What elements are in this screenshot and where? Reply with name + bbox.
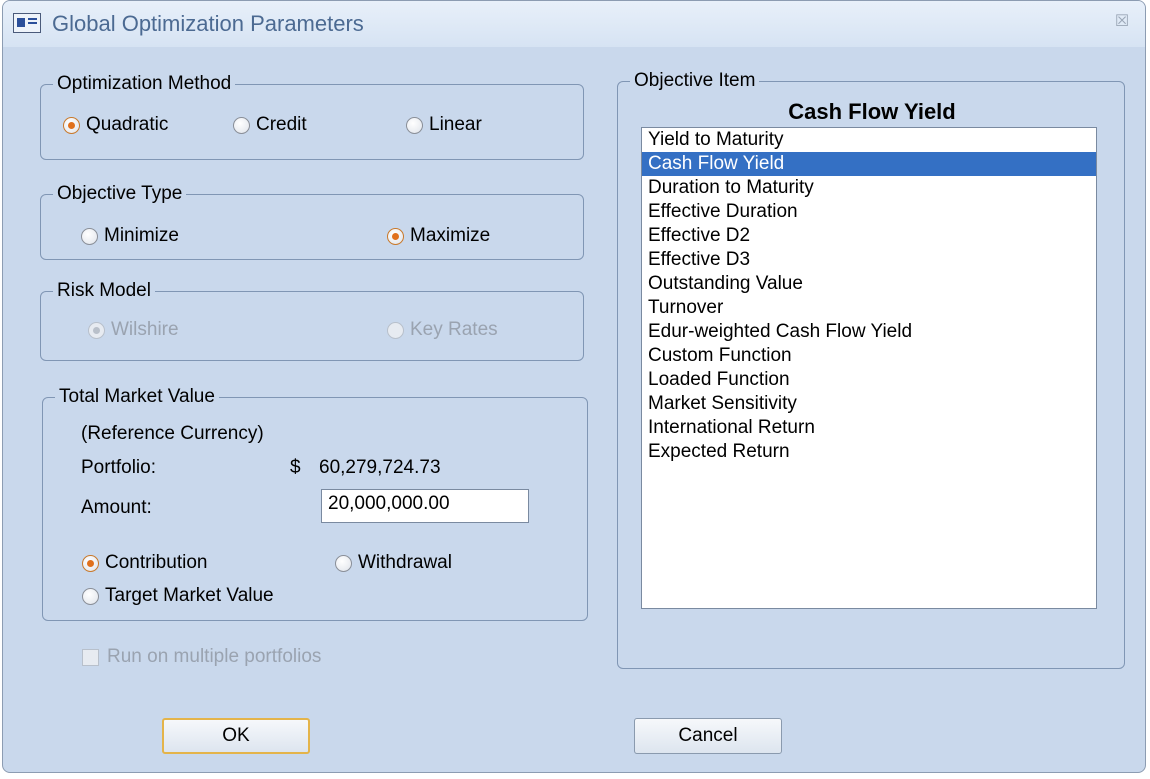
objective-list-item[interactable]: Effective Duration (642, 200, 1096, 224)
radio-contribution[interactable]: Contribution (82, 552, 207, 574)
objective-list-item[interactable]: Outstanding Value (642, 272, 1096, 296)
risk-model-legend: Risk Model (53, 279, 155, 303)
radio-target-market-value-label: Target Market Value (105, 585, 274, 606)
dialog-window: Global Optimization Parameters ☒ Optimiz… (2, 0, 1146, 773)
radio-wilshire-indicator (88, 321, 105, 339)
run-multiple-portfolios-box (82, 648, 99, 666)
radio-maximize-label: Maximize (410, 225, 491, 246)
radio-minimize-indicator[interactable] (81, 227, 98, 245)
amount-input[interactable]: 20,000,000.00 (321, 489, 529, 523)
radio-withdrawal[interactable]: Withdrawal (335, 552, 452, 574)
run-multiple-portfolios-label: Run on multiple portfolios (107, 646, 322, 667)
title-bar[interactable]: Global Optimization Parameters ☒ (3, 1, 1145, 47)
run-multiple-portfolios-checkbox: Run on multiple portfolios (82, 646, 321, 668)
radio-credit[interactable]: Credit (233, 114, 307, 136)
objective-list-item[interactable]: Expected Return (642, 440, 1096, 464)
radio-target-market-value-indicator[interactable] (82, 587, 99, 605)
reference-currency-label: (Reference Currency) (81, 423, 264, 444)
radio-minimize-label: Minimize (104, 225, 179, 246)
objective-list-item[interactable]: Duration to Maturity (642, 176, 1096, 200)
objective-list-item[interactable]: Custom Function (642, 344, 1096, 368)
currency-symbol: $ (290, 457, 301, 478)
objective-list-item[interactable]: Cash Flow Yield (642, 152, 1096, 176)
radio-withdrawal-label: Withdrawal (358, 552, 452, 573)
selected-objective-heading: Cash Flow Yield (788, 99, 956, 124)
radio-key-rates-label: Key Rates (410, 319, 498, 340)
radio-wilshire-label: Wilshire (111, 319, 179, 340)
objective-list-item[interactable]: International Return (642, 416, 1096, 440)
portfolio-label: Portfolio: (81, 457, 156, 478)
radio-withdrawal-indicator[interactable] (335, 554, 352, 572)
radio-key-rates: Key Rates (387, 319, 498, 341)
objective-item-listbox[interactable]: Yield to Maturity Cash Flow Yield Duration… (641, 127, 1097, 609)
optimization-method-group: Optimization Method Quadratic Credit Lin… (40, 72, 584, 160)
radio-credit-indicator[interactable] (233, 116, 250, 134)
portfolio-value: 60,279,724.73 (319, 457, 441, 478)
objective-list-item[interactable]: Yield to Maturity (642, 128, 1096, 152)
window-title: Global Optimization Parameters (52, 11, 364, 36)
radio-contribution-label: Contribution (105, 552, 208, 573)
radio-target-market-value[interactable]: Target Market Value (82, 585, 274, 607)
objective-list-item[interactable]: Effective D3 (642, 248, 1096, 272)
radio-key-rates-indicator (387, 321, 404, 339)
radio-quadratic-label: Quadratic (86, 114, 169, 135)
app-icon (13, 13, 41, 33)
radio-minimize[interactable]: Minimize (81, 225, 179, 247)
objective-list-item[interactable]: Market Sensitivity (642, 392, 1096, 416)
radio-credit-label: Credit (256, 114, 307, 135)
close-icon[interactable]: ☒ (1109, 9, 1135, 35)
cancel-button[interactable]: Cancel (634, 718, 782, 754)
radio-wilshire: Wilshire (88, 319, 179, 341)
radio-linear-indicator[interactable] (406, 116, 423, 134)
radio-contribution-indicator[interactable] (82, 554, 99, 572)
radio-linear-label: Linear (429, 114, 482, 135)
objective-list-item[interactable]: Edur-weighted Cash Flow Yield (642, 320, 1096, 344)
objective-list-item[interactable]: Loaded Function (642, 368, 1096, 392)
radio-quadratic-indicator[interactable] (63, 116, 80, 134)
objective-list-item[interactable]: Turnover (642, 296, 1096, 320)
objective-item-legend: Objective Item (630, 69, 760, 93)
objective-list-item[interactable]: Effective D2 (642, 224, 1096, 248)
radio-maximize[interactable]: Maximize (387, 225, 490, 247)
risk-model-group: Risk Model Wilshire Key Rates (40, 279, 584, 361)
total-market-value-legend: Total Market Value (55, 385, 219, 409)
optimization-method-legend: Optimization Method (53, 72, 236, 96)
objective-type-legend: Objective Type (53, 182, 187, 206)
ok-button[interactable]: OK (162, 718, 310, 754)
radio-linear[interactable]: Linear (406, 114, 482, 136)
radio-quadratic[interactable]: Quadratic (63, 114, 168, 136)
objective-type-group: Objective Type Minimize Maximize (40, 182, 584, 260)
radio-maximize-indicator[interactable] (387, 227, 404, 245)
total-market-value-group: Total Market Value (Reference Currency) … (42, 385, 588, 621)
amount-label: Amount: (81, 497, 152, 518)
